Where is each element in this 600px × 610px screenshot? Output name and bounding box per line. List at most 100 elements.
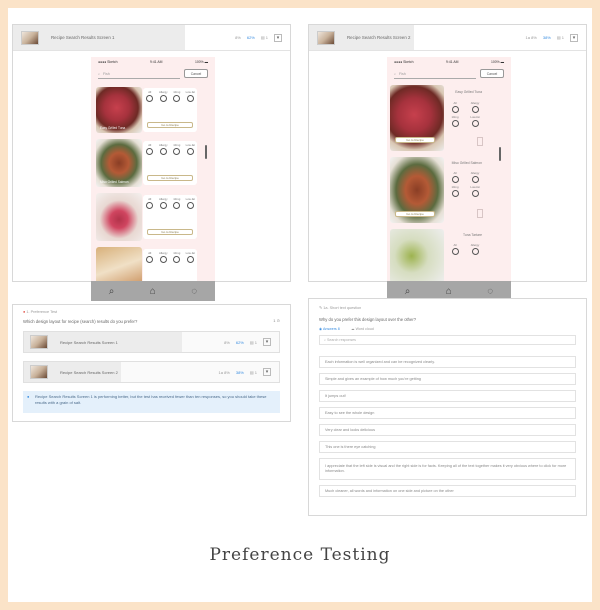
go-to-recipe-button[interactable]: Go to Recipe: [147, 229, 193, 235]
tab-answers[interactable]: ◉ Answers 8: [319, 327, 340, 331]
recipe-image[interactable]: [390, 229, 444, 283]
go-to-recipe-button[interactable]: Go to Recipe: [147, 175, 193, 181]
carrot-icon: [186, 95, 194, 102]
bowl-icon: [173, 256, 181, 263]
search-icon[interactable]: ⌕: [405, 286, 411, 297]
response-item: Very clear and looks delicious: [319, 424, 576, 436]
tab-word-cloud[interactable]: ☁ Word cloud: [351, 327, 374, 331]
clock-icon: [159, 202, 167, 209]
heart-icon: [146, 256, 154, 263]
recipe-title: Easy Grilled Tuna: [455, 90, 482, 94]
vote-stats: 1a 8% 38% ▤ 1 ▾: [219, 368, 271, 376]
lightbulb-icon[interactable]: ◌: [191, 286, 197, 297]
vote-stats: 1a 8% 38% ▤ 1 ▾: [525, 33, 578, 42]
clock-icon: [471, 248, 479, 255]
carrot-icon: [186, 148, 194, 155]
option-row[interactable]: Recipe Search Results Screen 2 1a 8% 38%…: [23, 361, 280, 383]
stat-label: 8%: [235, 35, 241, 40]
search-input[interactable]: ⌕ Fish: [394, 69, 476, 79]
response-item: Each information is well organized and c…: [319, 356, 576, 368]
response-item: I appreciate that the left side is visua…: [319, 458, 576, 480]
vote-stats: 8% 62% ▤ 1 ▾: [224, 338, 271, 346]
heart-icon: [451, 106, 459, 113]
phone-mockup-2: ●●●● Sketch 9:41 AM 100% ▬ ⌕ Fish Cancel Ea…: [387, 57, 511, 301]
recipe-image[interactable]: Miso Grilled Salmon: [96, 139, 142, 187]
bookmark-icon[interactable]: [477, 209, 483, 218]
recipe-title: Tuna Tartare: [462, 233, 482, 237]
chevron-down-icon[interactable]: ▾: [263, 368, 271, 376]
carrot-icon: [471, 190, 479, 197]
presentation-board: Recipe Search Results Screen 1 8% 62% ▤ …: [8, 8, 592, 602]
recipe-image[interactable]: [96, 193, 142, 241]
page-caption: Preference Testing: [209, 545, 391, 565]
screen-1-card: Recipe Search Results Screen 1 8% 62% ▤ …: [12, 24, 291, 301]
chevron-down-icon[interactable]: ▾: [274, 33, 282, 42]
bowl-icon: [173, 95, 181, 102]
question-header: ✎ 1a. Short text question: [319, 306, 362, 310]
info-note: Recipe Search Results Screen 1 is perfor…: [23, 391, 280, 413]
clock-icon: [159, 95, 167, 102]
option-title: Recipe Search Results Screen 1: [60, 339, 118, 345]
go-to-recipe-button[interactable]: Go to Recipe: [147, 122, 193, 128]
recipe-info-card: All Allergy 10mg Low-fat Go to Recipe: [143, 88, 197, 132]
lightbulb-icon[interactable]: ◌: [487, 286, 493, 297]
screen-2-card: Recipe Search Results Screen 2 1a 8% 38%…: [308, 24, 587, 301]
bowl-icon: [173, 148, 181, 155]
toggle-switch[interactable]: 1 ⊙: [273, 318, 280, 323]
vote-percent: 62%: [246, 35, 255, 40]
recipe-info-card: All Allergy 10mg Low-fat Go to Recipe: [143, 141, 197, 185]
screen-title: Recipe Search Results Screen 1: [51, 35, 115, 40]
recipe-image[interactable]: Easy Grilled Tuna: [96, 87, 142, 133]
home-icon[interactable]: ⌂: [446, 286, 452, 297]
phone-mockup-1: ●●●● Sketch 9:41 AM 100% ▬ ⌕ Fish Cancel Ea…: [91, 57, 215, 301]
scrollbar[interactable]: [499, 147, 501, 161]
go-to-recipe-button[interactable]: Go to Recipe: [395, 137, 435, 143]
status-bar: ●●●● Sketch 9:41 AM 100% ▬: [394, 59, 504, 64]
chevron-down-icon[interactable]: ▾: [570, 33, 578, 42]
clock-icon: [471, 106, 479, 113]
bookmark-icon[interactable]: [477, 137, 483, 146]
question-header: ● 1. Preference Test: [23, 310, 58, 314]
cancel-button[interactable]: Cancel: [480, 69, 504, 78]
stat-label: 1a 8%: [525, 35, 537, 40]
recipe-info-card: All Allergy 10mg Low-fat Go to Recipe: [143, 195, 197, 239]
status-bar: ●●●● Sketch 9:41 AM 100% ▬: [98, 59, 208, 64]
response-count: ▤ 1: [260, 35, 268, 40]
option-row[interactable]: Recipe Search Results Screen 1 8% 62% ▤ …: [23, 331, 280, 353]
carrot-icon: [186, 202, 194, 209]
bowl-icon: [173, 202, 181, 209]
home-icon[interactable]: ⌂: [150, 286, 156, 297]
search-responses-input[interactable]: ⌕ Search responses: [319, 335, 576, 345]
screen-1-card-header[interactable]: Recipe Search Results Screen 1 8% 62% ▤ …: [13, 25, 290, 51]
search-icon: ⌕: [324, 338, 327, 342]
response-item: Much cleaner, all words and information …: [319, 485, 576, 497]
screen-2-card-header[interactable]: Recipe Search Results Screen 2 1a 8% 38%…: [309, 25, 586, 51]
vote-percent: 38%: [542, 35, 551, 40]
preference-test-card: ● 1. Preference Test Which design layout…: [12, 304, 291, 422]
screen-title: Recipe Search Results Screen 2: [347, 35, 411, 40]
search-icon: ⌕: [394, 71, 397, 76]
error-icon: ●: [23, 310, 26, 314]
response-item: Easy to see the whole design: [319, 407, 576, 419]
carrot-icon: [471, 120, 479, 127]
screen-thumbnail: [30, 335, 48, 349]
response-item: This one is there eye catching: [319, 441, 576, 453]
heart-icon: [451, 176, 459, 183]
search-input[interactable]: ⌕ Fish: [98, 69, 180, 79]
vote-stats: 8% 62% ▤ 1 ▾: [235, 33, 282, 42]
go-to-recipe-button[interactable]: Go to Recipe: [395, 211, 435, 217]
chevron-down-icon[interactable]: ▾: [263, 338, 271, 346]
clock-icon: [471, 176, 479, 183]
question-text: Which design layout for recipe (search) …: [23, 319, 138, 324]
clock-icon: [159, 256, 167, 263]
response-item: It jumps out!: [319, 390, 576, 402]
recipe-info-card: All Allergy 10mg Low-fat: [143, 249, 197, 285]
search-icon[interactable]: ⌕: [109, 286, 115, 297]
tab-bar: ⌕ ⌂ ◌: [91, 281, 215, 301]
cancel-button[interactable]: Cancel: [184, 69, 208, 78]
screen-thumbnail: [30, 365, 48, 379]
recipe-info-card: Tuna Tartare All Allergy: [445, 229, 485, 269]
option-title: Recipe Search Results Screen 2: [60, 369, 118, 375]
heart-icon: [451, 248, 459, 255]
scrollbar[interactable]: [205, 145, 207, 159]
